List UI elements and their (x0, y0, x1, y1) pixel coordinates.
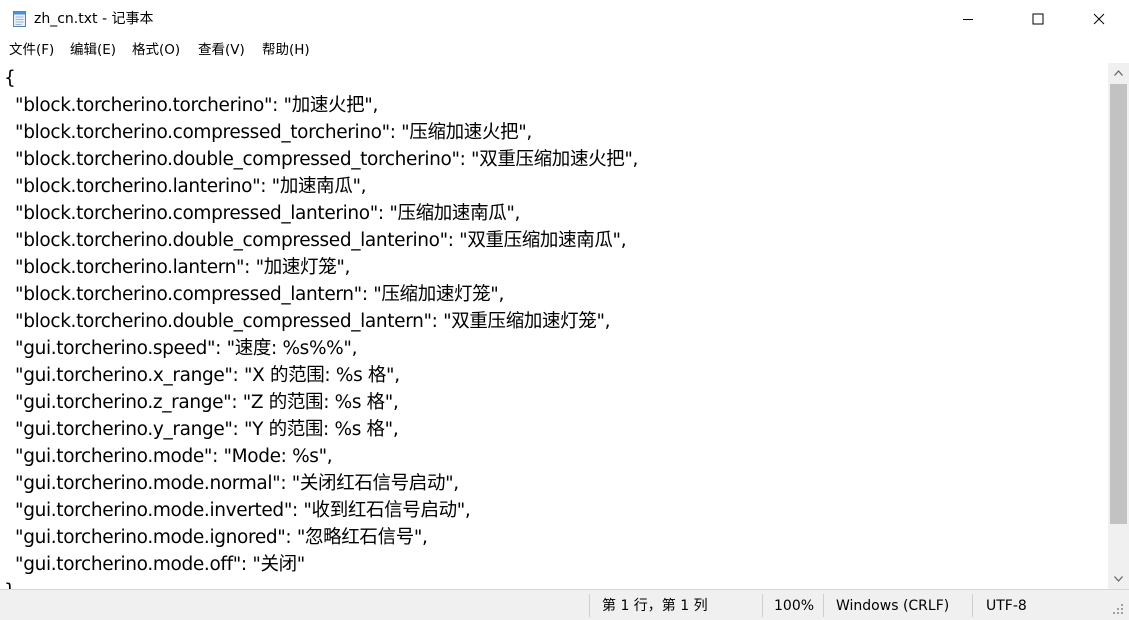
editor-line: "gui.torcherino.x_range": "X 的范围: %s 格", (4, 365, 400, 386)
minimize-icon (963, 19, 973, 20)
close-icon (1093, 13, 1105, 25)
status-encoding: UTF-8 (986, 598, 1027, 614)
menu-bar: 文件(F) 编辑(E) 格式(O) 查看(V) 帮助(H) (0, 38, 1129, 63)
chevron-down-icon (1114, 576, 1123, 582)
status-divider (972, 594, 973, 617)
scroll-up-button[interactable] (1108, 63, 1129, 83)
editor-line: "gui.torcherino.y_range": "Y 的范围: %s 格", (4, 419, 399, 440)
menu-edit[interactable]: 编辑(E) (70, 42, 116, 59)
notepad-icon (13, 11, 26, 27)
status-divider (823, 594, 824, 617)
editor-line: "block.torcherino.lantern": "加速灯笼", (4, 257, 351, 278)
status-line-ending: Windows (CRLF) (836, 598, 950, 614)
editor-line: "block.torcherino.compressed_lanterino":… (4, 203, 521, 224)
editor-line: "block.torcherino.double_compressed_lant… (4, 311, 611, 332)
menu-format[interactable]: 格式(O) (132, 42, 180, 59)
editor-line: "gui.torcherino.z_range": "Z 的范围: %s 格", (4, 392, 399, 413)
maximize-button[interactable] (1015, 0, 1061, 38)
minimize-button[interactable] (945, 0, 991, 38)
editor-line: "gui.torcherino.mode": "Mode: %s", (4, 446, 333, 467)
editor-line: "block.torcherino.double_compressed_torc… (4, 149, 639, 170)
resize-grip-icon[interactable] (1108, 599, 1126, 617)
title-bar[interactable]: zh_cn.txt - 记事本 (0, 0, 1129, 38)
vertical-scrollbar[interactable] (1108, 63, 1129, 589)
close-button[interactable] (1076, 0, 1122, 38)
editor-line: "block.torcherino.torcherino": "加速火把", (4, 95, 378, 116)
status-divider (589, 594, 590, 617)
status-cursor-position: 第 1 行，第 1 列 (602, 598, 708, 614)
scroll-down-button[interactable] (1108, 569, 1129, 589)
editor-line: "gui.torcherino.mode.inverted": "收到红石信号启… (4, 500, 471, 521)
editor-line: "gui.torcherino.mode.normal": "关闭红石信号启动"… (4, 473, 459, 494)
scrollbar-thumb[interactable] (1110, 84, 1127, 524)
menu-file[interactable]: 文件(F) (9, 42, 54, 59)
editor-line: "block.torcherino.lanterino": "加速南瓜", (4, 176, 367, 197)
window-title: zh_cn.txt - 记事本 (34, 11, 154, 27)
editor-line: "gui.torcherino.speed": "速度: %s%%", (4, 338, 358, 359)
editor-line: "block.torcherino.double_compressed_lant… (4, 230, 627, 251)
editor-line: } (4, 578, 16, 589)
text-editor[interactable]: { "block.torcherino.torcherino": "加速火把",… (0, 63, 1108, 589)
status-zoom: 100% (774, 598, 815, 614)
maximize-icon (1032, 13, 1044, 25)
editor-line: "gui.torcherino.mode.ignored": "忽略红石信号", (4, 527, 428, 548)
editor-line: "gui.torcherino.mode.off": "关闭" (4, 554, 305, 575)
menu-view[interactable]: 查看(V) (198, 42, 245, 59)
status-bar: 第 1 行，第 1 列 100% Windows (CRLF) UTF-8 (0, 589, 1129, 620)
menu-help[interactable]: 帮助(H) (262, 42, 310, 59)
chevron-up-icon (1114, 70, 1123, 76)
status-divider (762, 594, 763, 617)
editor-line: { (4, 68, 16, 89)
editor-line: "block.torcherino.compressed_torcherino"… (4, 122, 532, 143)
editor-line: "block.torcherino.compressed_lantern": "… (4, 284, 504, 305)
